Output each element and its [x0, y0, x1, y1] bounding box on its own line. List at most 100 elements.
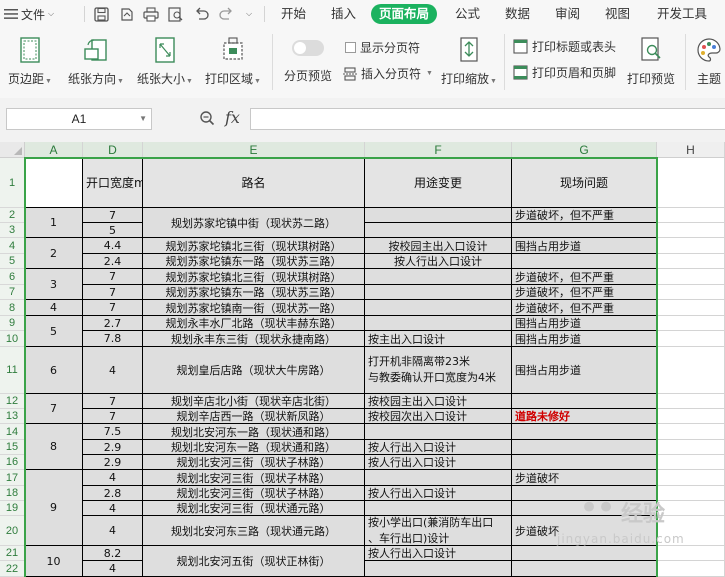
- group-number-cell[interactable]: 3: [25, 269, 83, 300]
- tab-view[interactable]: 视图: [605, 5, 630, 23]
- formula-input[interactable]: [250, 108, 725, 130]
- use-change-cell[interactable]: [365, 300, 512, 316]
- row-header-7[interactable]: 7: [0, 285, 25, 300]
- select-all-corner[interactable]: [0, 142, 25, 158]
- use-change-cell[interactable]: 按人行出入口设计: [365, 440, 512, 455]
- export-icon[interactable]: [117, 5, 135, 23]
- print-icon[interactable]: [142, 5, 160, 23]
- width-cell[interactable]: 2.7: [83, 316, 143, 331]
- width-cell[interactable]: 4: [83, 470, 143, 486]
- use-change-cell[interactable]: [365, 470, 512, 486]
- width-cell[interactable]: 2.8: [83, 486, 143, 501]
- column-header-g[interactable]: G: [512, 142, 657, 158]
- row-header-13[interactable]: 13: [0, 409, 25, 424]
- row-header-2[interactable]: 2: [0, 208, 25, 223]
- row-header-4[interactable]: 4: [0, 238, 25, 254]
- road-name-cell[interactable]: 规划永丰东三街（现状永捷南路）: [143, 331, 365, 347]
- insert-page-break-button[interactable]: 插入分页符 ▼: [343, 65, 433, 82]
- file-menu[interactable]: 文件 ⌵: [4, 5, 54, 23]
- page-break-preview-button[interactable]: 分页预览: [284, 67, 332, 84]
- group-number-cell[interactable]: 4: [25, 300, 83, 316]
- tab-page-layout[interactable]: 页面布局: [371, 4, 438, 24]
- road-name-cell[interactable]: 规划北安河三街（现状子林路）: [143, 486, 365, 501]
- row-header-19[interactable]: 19: [0, 501, 25, 516]
- road-name-cell[interactable]: 规划北安河三街（现状通元路）: [143, 501, 365, 516]
- width-cell[interactable]: 2.9: [83, 440, 143, 455]
- group-number-cell[interactable]: 1: [25, 208, 83, 238]
- use-change-cell[interactable]: 按人行出入口设计: [365, 486, 512, 501]
- site-issue-cell[interactable]: 围挡占用步道: [512, 238, 657, 254]
- tab-review[interactable]: 审阅: [555, 5, 580, 23]
- fx-icon[interactable]: fx: [225, 108, 240, 127]
- use-change-cell[interactable]: 按人行出入口设计: [365, 254, 512, 269]
- page-break-preview-toggle[interactable]: [292, 40, 324, 56]
- undo-icon[interactable]: [192, 5, 210, 23]
- site-issue-cell[interactable]: [512, 424, 657, 440]
- site-issue-cell[interactable]: [512, 455, 657, 470]
- group-number-cell[interactable]: 9: [25, 470, 83, 546]
- road-name-cell[interactable]: 规划北安河三街（现状子林路）: [143, 455, 365, 470]
- row-header-3[interactable]: 3: [0, 223, 25, 238]
- site-issue-cell[interactable]: 围挡占用步道: [512, 331, 657, 347]
- site-issue-cell[interactable]: [512, 440, 657, 455]
- site-issue-cell[interactable]: 道路未修好: [512, 409, 657, 424]
- magnifier-icon[interactable]: [199, 110, 215, 129]
- column-header-d[interactable]: D: [83, 142, 143, 158]
- width-cell[interactable]: 7: [83, 269, 143, 285]
- width-cell[interactable]: 7: [83, 394, 143, 409]
- use-change-cell[interactable]: 按人行出入口设计: [365, 455, 512, 470]
- row-header-17[interactable]: 17: [0, 470, 25, 486]
- print-scaling-button[interactable]: 打印缩放▼: [441, 36, 497, 87]
- row-header-1[interactable]: 1: [0, 158, 25, 208]
- theme-button[interactable]: 主题: [695, 36, 723, 87]
- use-change-cell[interactable]: [365, 223, 512, 238]
- road-name-cell[interactable]: 规划北安河五街（现状正林街）: [143, 546, 365, 577]
- save-icon[interactable]: [92, 5, 110, 23]
- site-issue-cell[interactable]: 围挡占用步道: [512, 316, 657, 331]
- row-header-14[interactable]: 14: [0, 424, 25, 440]
- site-issue-cell[interactable]: [512, 394, 657, 409]
- row-header-10[interactable]: 10: [0, 331, 25, 347]
- road-name-cell[interactable]: 规划北安河东一路（现状通和路）: [143, 440, 365, 455]
- header-cell-road-name[interactable]: 路名: [143, 158, 365, 208]
- tab-insert[interactable]: 插入: [331, 5, 356, 23]
- width-cell[interactable]: 4: [83, 501, 143, 516]
- use-change-cell[interactable]: 按校园次出入口设计: [365, 409, 512, 424]
- use-change-cell[interactable]: 按小学出口(兼消防车出口 、车行出口)设计: [365, 516, 512, 546]
- row-header-20[interactable]: 20: [0, 516, 25, 546]
- road-name-cell[interactable]: 规划苏家坨镇北三街（现状琪树路）: [143, 269, 365, 285]
- orientation-button[interactable]: 纸张方向▼: [68, 36, 124, 87]
- margins-button[interactable]: 页边距▼: [8, 36, 52, 87]
- width-cell[interactable]: 5: [83, 223, 143, 238]
- road-name-cell[interactable]: 规划苏家坨镇东一路（现状苏三路）: [143, 254, 365, 269]
- use-change-cell[interactable]: 打开机非隔离带23米 与教委确认开口宽度为4米: [365, 347, 512, 394]
- cell-a1[interactable]: [25, 158, 83, 208]
- row-header-9[interactable]: 9: [0, 316, 25, 331]
- use-change-cell[interactable]: 按校园主出入口设计: [365, 394, 512, 409]
- column-header-f[interactable]: F: [365, 142, 512, 158]
- group-number-cell[interactable]: 6: [25, 347, 83, 394]
- tab-data[interactable]: 数据: [505, 5, 530, 23]
- site-issue-cell[interactable]: 步道破坏，但不严重: [512, 300, 657, 316]
- row-header-5[interactable]: 5: [0, 254, 25, 269]
- width-cell[interactable]: 7: [83, 285, 143, 300]
- use-change-cell[interactable]: 按人行出入口设计: [365, 546, 512, 561]
- row-header-6[interactable]: 6: [0, 269, 25, 285]
- width-cell[interactable]: 4.4: [83, 238, 143, 254]
- site-issue-cell[interactable]: [512, 223, 657, 238]
- row-header-18[interactable]: 18: [0, 486, 25, 501]
- site-issue-cell[interactable]: 步道破坏，但不严重: [512, 285, 657, 300]
- row-header-15[interactable]: 15: [0, 440, 25, 455]
- use-change-cell[interactable]: [365, 285, 512, 300]
- use-change-cell[interactable]: [365, 269, 512, 285]
- width-cell[interactable]: 4: [83, 347, 143, 394]
- column-header-h[interactable]: H: [657, 142, 725, 158]
- site-issue-cell[interactable]: 步道破坏: [512, 470, 657, 486]
- group-number-cell[interactable]: 2: [25, 238, 83, 269]
- site-issue-cell[interactable]: [512, 254, 657, 269]
- chevron-down-icon[interactable]: ⌵: [240, 5, 258, 23]
- header-cell-width[interactable]: 开口宽度m: [83, 158, 143, 208]
- use-change-cell[interactable]: [365, 316, 512, 331]
- name-box[interactable]: A1 ▼: [6, 108, 152, 130]
- row-header-12[interactable]: 12: [0, 394, 25, 409]
